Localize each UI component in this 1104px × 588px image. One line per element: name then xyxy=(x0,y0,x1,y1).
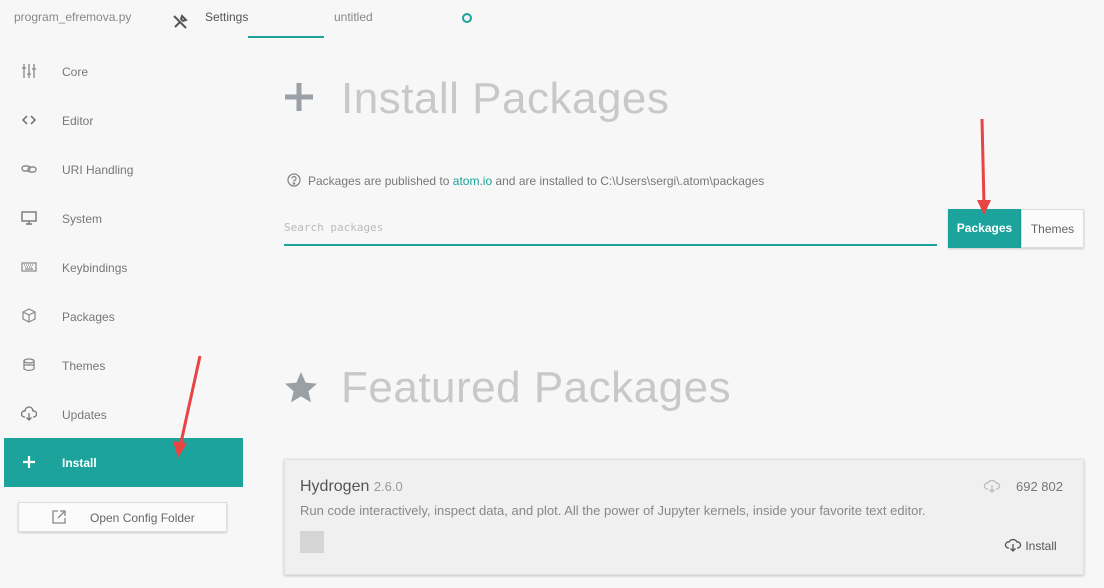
annotation-arrow-install xyxy=(173,355,202,458)
annotation-arrow-packages xyxy=(977,118,991,215)
annotation-arrows xyxy=(173,118,991,458)
